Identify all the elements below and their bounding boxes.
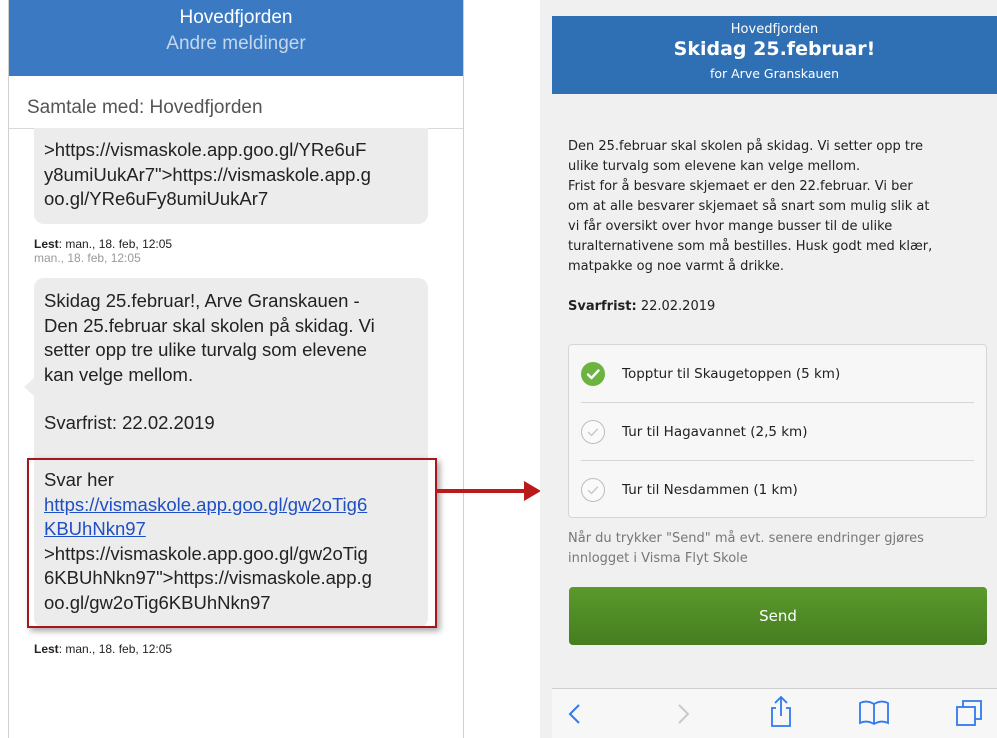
description-line: om at alle besvarer skjemaet så snart so… [568, 199, 930, 214]
option-label: Tur til Nesdammen (1 km) [622, 482, 798, 498]
message-deadline: Svarfrist: 22.02.2019 [44, 412, 215, 433]
back-icon[interactable] [566, 701, 584, 727]
deadline-value: 22.02.2019 [636, 299, 716, 314]
message-line: Den 25.februar skal skolen på skidag. Vi [44, 314, 375, 336]
note-line: innlogget i Visma Flyt Skole [568, 551, 748, 566]
left-phone-screen: Hovedfjorden Andre meldinger Samtale med… [8, 0, 464, 738]
note-line: Når du trykker "Send" må evt. senere end… [568, 531, 924, 546]
option-topptur[interactable]: Topptur til Skaugetoppen (5 km) [569, 345, 986, 403]
read-time: : man., 18. feb, 12:05 [58, 237, 173, 251]
forward-icon[interactable] [674, 701, 692, 727]
send-note: Når du trykker "Send" må evt. senere end… [568, 529, 924, 569]
description-line: ulike turvalg som elevene kan velge mell… [568, 159, 861, 174]
message-line: kan velge mellom. [44, 363, 194, 385]
description-line: matpakke og noe varmt å drikke. [568, 259, 785, 274]
arrow-head-icon [524, 481, 541, 501]
unchecked-icon [581, 478, 605, 502]
message-line: y8umiUukAr7">https://vismaskole.app.g [44, 163, 371, 185]
right-phone-screen: Hovedfjorden Skidag 25.februar! for Arve… [540, 0, 997, 738]
read-receipt: Lest: man., 18. feb, 12:05 [34, 642, 172, 656]
tabs-icon[interactable] [954, 698, 984, 728]
share-icon[interactable] [767, 695, 795, 729]
message-line: oo.gl/YRe6uFy8umiUukAr7 [44, 188, 269, 209]
left-header: Hovedfjorden Andre meldinger [9, 0, 463, 76]
conversation-label: Samtale med: Hovedfjorden [27, 97, 263, 118]
description-line: turalternativene som må bestilles. Husk … [568, 239, 933, 254]
conversation-header: Samtale med: Hovedfjorden [9, 80, 463, 129]
message-line: >https://vismaskole.app.goo.gl/YRe6uF [44, 139, 367, 160]
form-title: Skidag 25.februar! [673, 38, 876, 60]
school-name: Hovedfjorden [730, 22, 819, 37]
description-line: vi får oversikt over hvor mange busser t… [568, 219, 893, 234]
send-button[interactable]: Send [569, 587, 987, 645]
option-label: Topptur til Skaugetoppen (5 km) [622, 366, 841, 382]
read-receipt: Lest: man., 18. feb, 12:05 [34, 237, 172, 251]
read-label: Lest [34, 642, 59, 656]
form-header: Hovedfjorden Skidag 25.februar! for Arve… [552, 16, 997, 94]
bookmarks-icon[interactable] [858, 699, 890, 727]
left-header-subtitle: Andre meldinger [166, 33, 306, 54]
description-line: Den 25.februar skal skolen på skidag. Vi… [568, 139, 923, 154]
message-line: Skidag 25.februar!, Arve Granskauen - [44, 290, 360, 311]
message-text: >https://vismaskole.app.goo.gl/YRe6uF y8… [44, 138, 371, 212]
read-label: Lest [34, 237, 59, 251]
message-date: man., 18. feb, 12:05 [34, 251, 141, 265]
left-header-title: Hovedfjorden [179, 7, 293, 28]
option-hagavannet[interactable]: Tur til Hagavannet (2,5 km) [569, 403, 986, 461]
message-line: setter opp tre ulike turvalg som elevene [44, 339, 367, 360]
option-list: Topptur til Skaugetoppen (5 km) Tur til … [568, 344, 987, 518]
checked-icon [581, 362, 605, 386]
description-line: Frist for å besvare skjemaet er den 22.f… [568, 179, 913, 194]
browser-toolbar [552, 688, 997, 738]
option-label: Tur til Hagavannet (2,5 km) [622, 424, 808, 440]
pointer-arrow [436, 489, 528, 493]
deadline-label: Svarfrist: [568, 299, 637, 314]
form-description: Den 25.februar skal skolen på skidag. Vi… [568, 137, 988, 277]
message-text: Skidag 25.februar!, Arve Granskauen - De… [44, 289, 375, 387]
message-bubble: >https://vismaskole.app.goo.gl/YRe6uF y8… [34, 128, 428, 224]
highlight-box [27, 458, 437, 628]
unchecked-icon [581, 420, 605, 444]
student-name: for Arve Granskauen [709, 66, 840, 81]
read-time: : man., 18. feb, 12:05 [58, 642, 173, 656]
form-deadline: Svarfrist: 22.02.2019 [568, 299, 715, 314]
option-nesdammen[interactable]: Tur til Nesdammen (1 km) [569, 461, 986, 519]
